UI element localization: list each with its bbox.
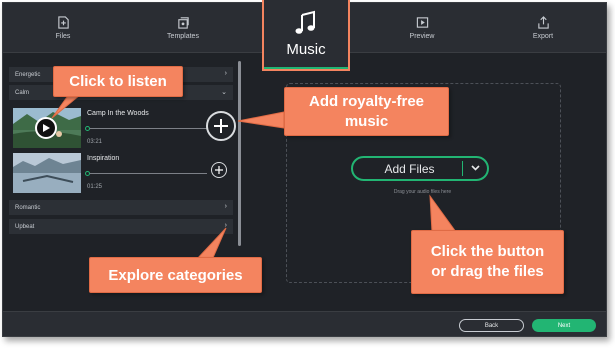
track-thumbnail [13, 108, 81, 148]
play-icon [43, 124, 50, 132]
callout-text: music [344, 112, 389, 130]
callout-add-music: Add royalty-free music [284, 87, 449, 136]
category-label: Upbeat [15, 223, 35, 230]
tab-music-label: Music [286, 41, 326, 58]
track-progress[interactable] [85, 126, 207, 131]
callout-text: Add royalty-free [308, 93, 425, 110]
tab-templates-label: Templates [167, 33, 199, 40]
tab-music[interactable]: Music [262, 0, 350, 71]
category-upbeat[interactable]: Upbeat › [9, 219, 233, 234]
callout-text: Explore categories [108, 266, 243, 284]
track-row[interactable]: Camp In the Woods 03:21 [13, 108, 237, 148]
callout-text: Click to listen [69, 73, 167, 90]
track-duration: 01:25 [87, 184, 103, 190]
chevron-right-icon: › [224, 203, 227, 210]
chevron-right-icon: › [224, 70, 227, 77]
category-label: Energetic [15, 71, 41, 78]
tab-preview-label: Preview [409, 33, 435, 40]
play-icon [416, 17, 428, 28]
music-note-icon [295, 10, 315, 34]
category-label: Romantic [15, 204, 41, 211]
active-tab-indicator [264, 67, 348, 69]
chevron-down-icon[interactable] [463, 163, 487, 174]
tab-preview[interactable]: Preview [397, 3, 447, 53]
track-thumbnail [13, 153, 81, 193]
add-track-button[interactable] [206, 111, 236, 141]
track-title: Inspiration [87, 155, 120, 162]
plus-icon [214, 119, 228, 133]
callout-text: Click the button [430, 242, 545, 260]
add-files-button[interactable]: Add Files [351, 156, 489, 181]
callout-explore-categories: Explore categories [89, 257, 262, 293]
library-scrollbar[interactable] [238, 61, 241, 246]
add-files-label: Add Files [384, 161, 435, 176]
chevron-down-icon: ⌄ [221, 89, 227, 96]
play-button[interactable] [35, 117, 57, 139]
tab-export[interactable]: Export [518, 3, 568, 53]
track-title: Camp In the Woods [87, 110, 149, 117]
add-track-button[interactable] [211, 162, 227, 178]
back-button[interactable]: Back [459, 319, 524, 332]
category-label: Calm [15, 89, 30, 96]
tab-files[interactable]: Files [38, 3, 88, 53]
tab-files-label: Files [55, 33, 71, 40]
track-progress[interactable] [85, 171, 207, 176]
tab-templates[interactable]: Templates [158, 3, 208, 53]
callout-click-to-listen: Click to listen [53, 66, 183, 97]
progress-handle[interactable] [85, 126, 90, 131]
plus-icon [215, 166, 223, 174]
callout-click-button: Click the button or drag the files [411, 230, 564, 294]
next-button[interactable]: Next [532, 319, 596, 332]
category-romantic[interactable]: Romantic › [9, 200, 233, 215]
chevron-right-icon: › [224, 222, 227, 229]
drop-hint: Drag your audio files here [393, 189, 452, 195]
progress-handle[interactable] [85, 171, 90, 176]
templates-icon [177, 17, 189, 29]
callout-text: or drag the files [431, 263, 544, 280]
bottom-bar: Back Next [3, 311, 606, 336]
export-icon [537, 16, 549, 29]
track-duration: 03:21 [87, 139, 103, 145]
track-row[interactable]: Inspiration 01:25 [13, 153, 237, 193]
tab-export-label: Export [532, 33, 554, 40]
file-add-icon [57, 16, 69, 29]
